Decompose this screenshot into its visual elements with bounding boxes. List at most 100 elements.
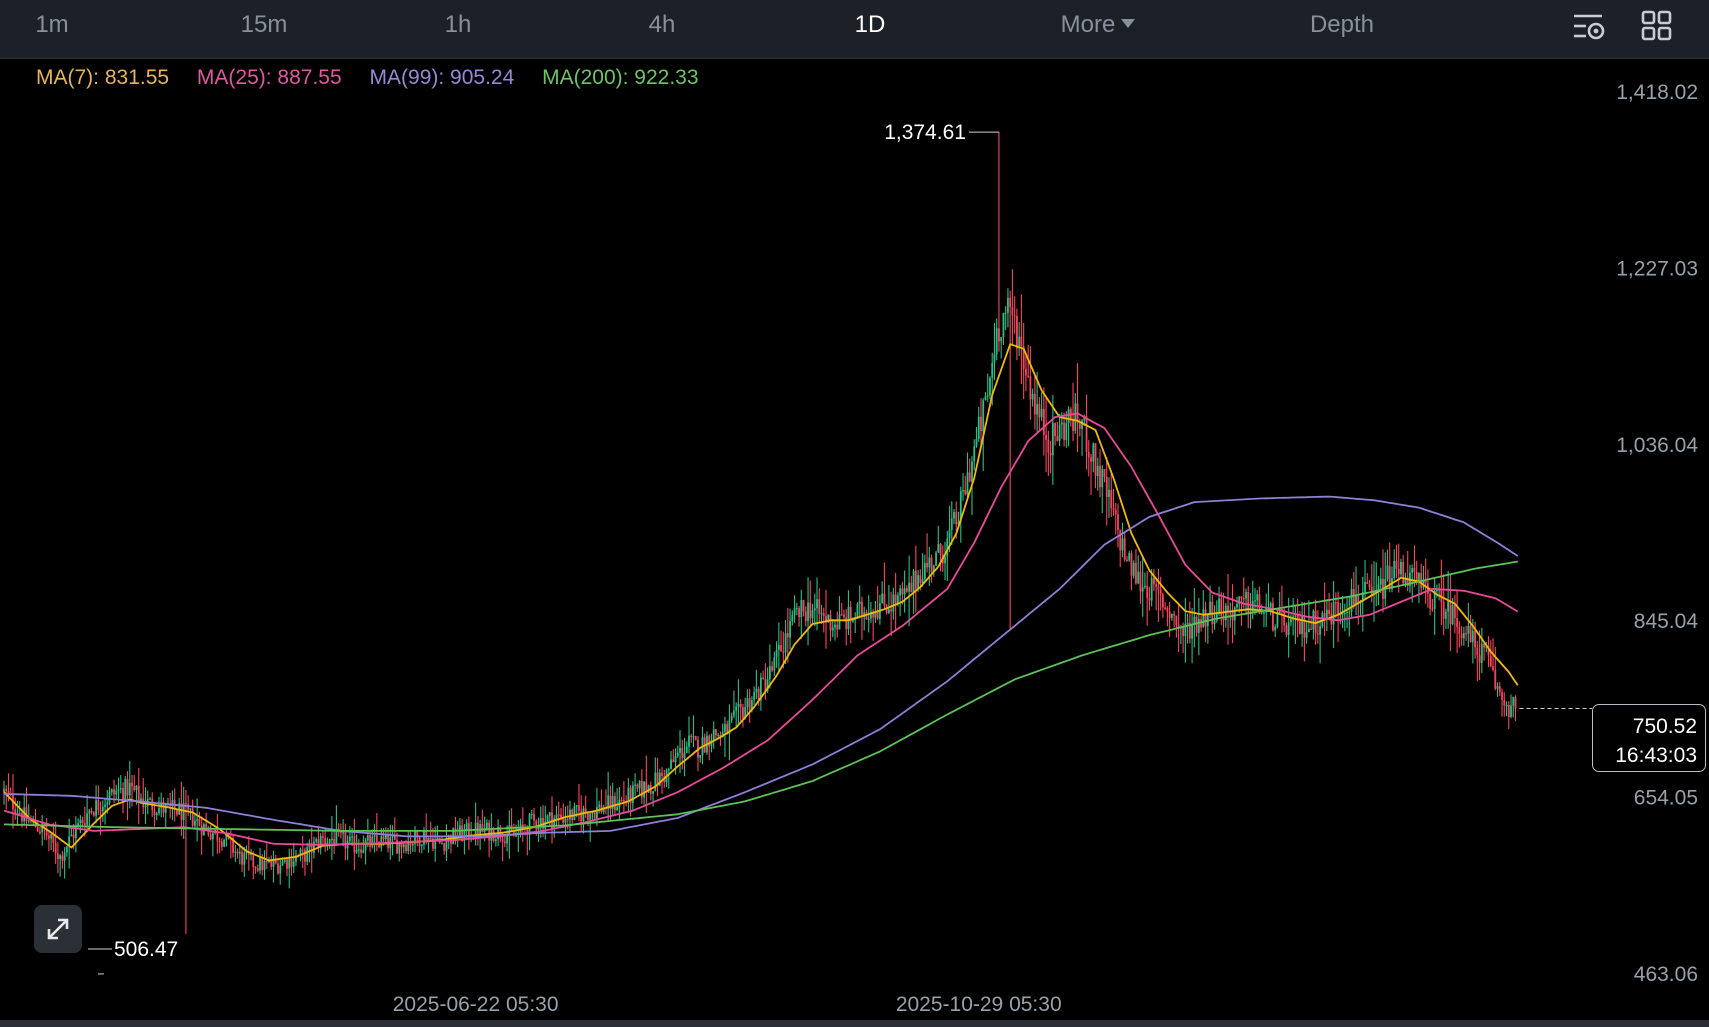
candle — [1009, 290, 1012, 630]
candle — [133, 775, 136, 792]
candle — [1352, 572, 1355, 609]
candle — [1498, 681, 1501, 697]
candle — [537, 817, 540, 843]
candle — [288, 848, 291, 889]
candle-countdown: 16:43:03 — [1615, 744, 1697, 767]
legend-ma25: MA(25): 887.55 — [196, 66, 342, 89]
bottom-divider — [0, 1020, 1709, 1027]
candle — [1004, 306, 1007, 331]
candle — [149, 796, 151, 800]
candle — [236, 848, 239, 859]
candle — [126, 771, 129, 821]
candle — [322, 829, 324, 844]
candle — [189, 807, 192, 820]
candle — [1096, 457, 1099, 491]
candle — [250, 848, 252, 861]
candle — [182, 786, 185, 840]
candle — [90, 807, 93, 815]
candle — [950, 501, 953, 546]
candle — [845, 609, 848, 646]
candle — [108, 786, 111, 806]
candle — [910, 575, 913, 593]
expand-icon[interactable] — [34, 905, 82, 953]
candlestick-chart[interactable]: 1,418.02 1,227.03 1,036.04 845.04 654.05 463.… — [0, 58, 1709, 1020]
candle — [755, 669, 758, 700]
candle — [1094, 442, 1097, 489]
candle — [1263, 609, 1265, 628]
candle — [391, 825, 394, 856]
candle — [1505, 701, 1508, 717]
candle — [1146, 571, 1149, 626]
candle — [1081, 419, 1083, 456]
candle — [780, 630, 782, 652]
candle — [813, 593, 816, 627]
candle — [959, 486, 962, 543]
candle — [683, 737, 686, 777]
candle — [861, 596, 863, 640]
timeframe-1m[interactable]: 1m — [20, 0, 84, 50]
candle — [216, 813, 219, 854]
candle — [719, 731, 722, 746]
candle — [1247, 586, 1250, 629]
timeframe-1d[interactable]: 1D — [836, 0, 904, 50]
candle — [975, 426, 978, 448]
candle — [921, 553, 924, 587]
candle — [834, 619, 836, 641]
candle — [802, 599, 805, 617]
candle — [699, 755, 702, 763]
candle — [25, 787, 28, 829]
candle — [551, 796, 553, 844]
candle — [914, 545, 917, 613]
timeframe-1h[interactable]: 1h — [424, 0, 492, 50]
more-dropdown[interactable]: More — [1046, 0, 1150, 50]
candle — [923, 554, 926, 583]
candle — [1007, 288, 1009, 328]
candle — [1278, 591, 1281, 616]
candle — [829, 610, 832, 642]
candle — [631, 781, 634, 810]
candle — [1507, 701, 1510, 730]
candle — [198, 811, 201, 827]
candle — [88, 808, 91, 828]
candle — [1045, 397, 1048, 473]
candle — [295, 849, 297, 867]
candle — [290, 848, 293, 876]
candle — [928, 546, 931, 586]
chart-settings-icon[interactable] — [1572, 10, 1606, 42]
candle — [342, 819, 345, 847]
candle — [1487, 636, 1490, 668]
candle — [753, 686, 756, 705]
depth-tab[interactable]: Depth — [1298, 0, 1386, 50]
candle — [420, 844, 423, 854]
legend-ma99: MA(99): 905.24 — [369, 66, 515, 89]
candle — [155, 811, 158, 821]
timeframe-4h[interactable]: 4h — [628, 0, 696, 50]
candle — [1218, 586, 1220, 617]
candle — [890, 591, 893, 637]
candle — [357, 839, 360, 858]
candle — [966, 452, 969, 500]
candle — [1042, 387, 1045, 456]
candle — [820, 604, 823, 624]
candle — [1361, 576, 1364, 632]
timeframe-15m[interactable]: 15m — [222, 0, 306, 50]
candle — [1453, 594, 1456, 634]
candle — [1161, 592, 1164, 618]
candle — [1467, 602, 1470, 648]
candle — [944, 541, 946, 581]
candle — [611, 782, 614, 816]
candle — [1031, 388, 1034, 407]
legend-ma200: MA(200): 922.33 — [542, 66, 699, 89]
candle — [1444, 608, 1447, 629]
candle — [977, 407, 980, 442]
candle — [616, 788, 619, 812]
grid-layout-icon[interactable] — [1640, 10, 1674, 42]
candle — [676, 745, 679, 758]
candle — [692, 715, 695, 747]
candle — [1332, 581, 1335, 648]
candle — [1276, 607, 1279, 629]
candle — [627, 778, 630, 812]
candle — [1449, 573, 1452, 652]
candle — [620, 796, 623, 802]
candle — [270, 855, 273, 870]
